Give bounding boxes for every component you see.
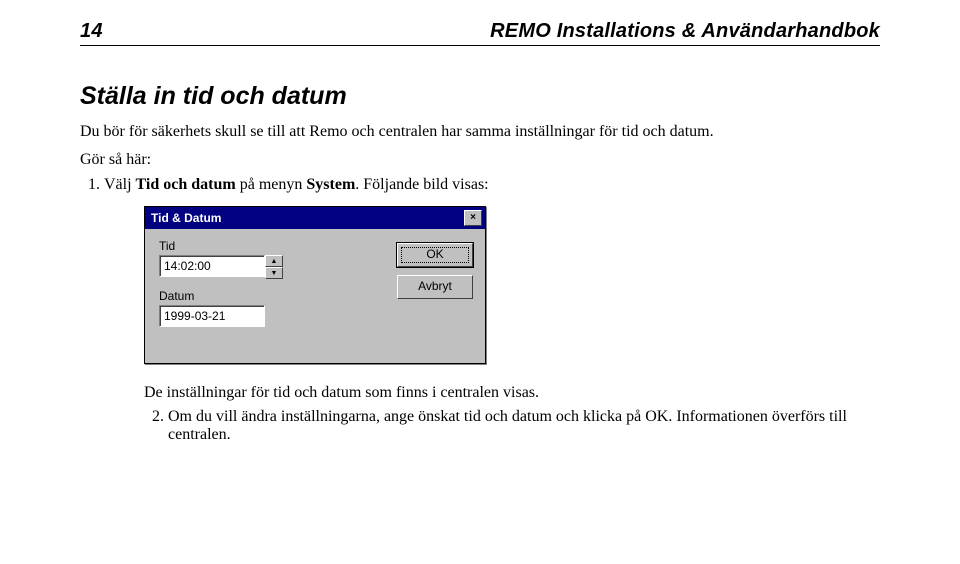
section-title: Ställa in tid och datum bbox=[80, 82, 880, 111]
steps-list-2: Om du vill ändra inställningarna, ange ö… bbox=[144, 408, 880, 444]
running-header: 14 REMO Installations & Användarhandbok bbox=[80, 20, 880, 43]
ok-button-label: OK bbox=[426, 247, 443, 261]
step-1-bold-2: System bbox=[306, 176, 355, 193]
dialog-tid-datum: Tid & Datum × Tid 14:02:00 ▲ ▼ bbox=[144, 206, 486, 364]
dialog-body: Tid 14:02:00 ▲ ▼ Datum 1999-03-21 bbox=[145, 229, 485, 363]
step-1-bold-1: Tid och datum bbox=[136, 176, 236, 193]
after-dialog-block: De inställningar för tid och datum som f… bbox=[144, 384, 880, 444]
step-2: Om du vill ändra inställningarna, ange ö… bbox=[168, 408, 880, 444]
time-input[interactable]: 14:02:00 bbox=[159, 255, 265, 277]
date-input[interactable]: 1999-03-21 bbox=[159, 305, 265, 327]
how-to-label: Gör så här: bbox=[80, 149, 880, 171]
dialog-titlebar[interactable]: Tid & Datum × bbox=[145, 207, 485, 229]
intro-paragraph: Du bör för säkerhets skull se till att R… bbox=[80, 121, 880, 143]
step-1-text-3: . Följande bild visas: bbox=[355, 176, 488, 193]
steps-list-1: Välj Tid och datum på menyn System. Följ… bbox=[80, 176, 880, 194]
step-1: Välj Tid och datum på menyn System. Följ… bbox=[104, 176, 880, 194]
cancel-button-label: Avbryt bbox=[418, 279, 452, 293]
date-label: Datum bbox=[159, 289, 371, 303]
step-1-text-1: Välj bbox=[104, 176, 136, 193]
dialog-title: Tid & Datum bbox=[151, 211, 221, 225]
chevron-down-icon: ▼ bbox=[271, 270, 278, 277]
time-spinner: ▲ ▼ bbox=[265, 255, 283, 279]
date-input-row: 1999-03-21 bbox=[159, 305, 371, 327]
time-spin-down-button[interactable]: ▼ bbox=[265, 267, 283, 279]
time-label: Tid bbox=[159, 239, 371, 253]
header-rule bbox=[80, 45, 880, 46]
cancel-button[interactable]: Avbryt bbox=[397, 275, 473, 299]
time-spin-up-button[interactable]: ▲ bbox=[265, 255, 283, 267]
close-button[interactable]: × bbox=[464, 210, 482, 226]
fields-column: Tid 14:02:00 ▲ ▼ Datum 1999-03-21 bbox=[159, 239, 371, 337]
close-icon: × bbox=[470, 213, 476, 223]
chevron-up-icon: ▲ bbox=[271, 258, 278, 265]
page-number: 14 bbox=[80, 20, 103, 43]
ok-button[interactable]: OK bbox=[397, 243, 473, 267]
running-title: REMO Installations & Användarhandbok bbox=[490, 20, 880, 43]
buttons-column: OK Avbryt bbox=[397, 239, 473, 299]
page: 14 REMO Installations & Användarhandbok … bbox=[0, 0, 960, 468]
dialog-caption: De inställningar för tid och datum som f… bbox=[144, 384, 880, 402]
time-input-row: 14:02:00 ▲ ▼ bbox=[159, 255, 371, 279]
step-1-text-2: på menyn bbox=[236, 176, 307, 193]
